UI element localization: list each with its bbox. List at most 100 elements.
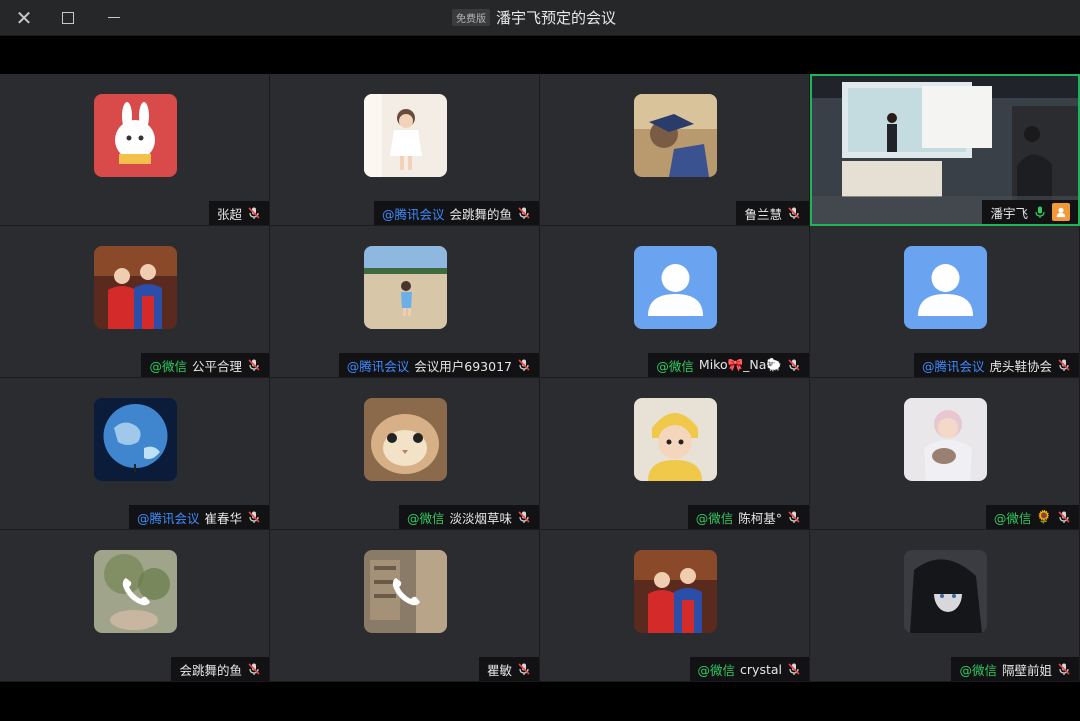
minimize-icon bbox=[108, 17, 120, 18]
name-tag: 淡淡烟草味 @微信 bbox=[398, 505, 539, 529]
name-tag: 鲁兰慧 bbox=[736, 201, 809, 225]
avatar bbox=[904, 246, 987, 329]
avatar bbox=[634, 246, 717, 329]
avatar bbox=[634, 94, 717, 177]
mic-off-icon bbox=[247, 206, 261, 220]
name-tag: 崔春华 @腾讯会议 bbox=[128, 505, 269, 529]
mic-off-icon bbox=[787, 358, 801, 372]
title-area: 免费版 潘宇飞预定的会议 bbox=[452, 0, 616, 35]
name-tag: 会跳舞的鱼 bbox=[171, 657, 269, 681]
participant-tile[interactable]: 🌻 @微信 bbox=[810, 378, 1080, 530]
participant-tile[interactable]: 陈柯基° @微信 bbox=[540, 378, 810, 530]
name-tag: 🌻 @微信 bbox=[985, 505, 1079, 529]
mic-off-icon bbox=[517, 662, 531, 676]
participant-name: crystal bbox=[740, 661, 782, 677]
name-tag: 会议用户693017 @腾讯会议 bbox=[338, 353, 539, 377]
participant-tile[interactable]: 会议用户693017 @腾讯会议 bbox=[270, 226, 540, 378]
participant-name: 会议用户693017 bbox=[414, 358, 512, 374]
avatar bbox=[364, 246, 447, 329]
platform-label: @微信 bbox=[697, 662, 736, 678]
participant-tile[interactable]: 隔壁前姐 @微信 bbox=[810, 530, 1080, 682]
participant-name: 崔春华 bbox=[204, 510, 242, 526]
platform-label: @微信 bbox=[656, 358, 694, 374]
participant-tile[interactable]: 公平合理 @微信 bbox=[0, 226, 270, 378]
name-tag: 陈柯基° @微信 bbox=[687, 505, 809, 529]
platform-label: @微信 bbox=[993, 510, 1032, 526]
phone-icon bbox=[94, 550, 177, 633]
participant-tile[interactable]: 会跳舞的鱼 @腾讯会议 bbox=[270, 74, 540, 226]
phone-icon bbox=[364, 550, 447, 633]
mic-off-icon bbox=[787, 510, 801, 524]
mic-off-icon bbox=[1057, 662, 1071, 676]
platform-label: @微信 bbox=[149, 358, 187, 374]
participant-name: 淡淡烟草味 bbox=[449, 510, 512, 526]
platform-label: @微信 bbox=[406, 510, 445, 526]
avatar bbox=[364, 94, 447, 177]
participant-name: 会跳舞的鱼 bbox=[179, 662, 242, 678]
close-button[interactable]: ✕ bbox=[4, 0, 44, 35]
platform-label: @腾讯会议 bbox=[346, 358, 410, 374]
participant-name: 🌻 bbox=[1036, 509, 1052, 524]
avatar bbox=[94, 550, 177, 633]
avatar bbox=[364, 550, 447, 633]
participant-tile[interactable]: 虎头鞋协会 @腾讯会议 bbox=[810, 226, 1080, 378]
avatar bbox=[94, 94, 177, 177]
participant-grid: 张超 会跳舞的鱼 @腾讯会议 鲁兰慧 潘宇飞 公平合理 @微信 会议用户693017 @腾讯会… bbox=[0, 74, 1080, 682]
participant-tile[interactable]: 淡淡烟草味 @微信 bbox=[270, 378, 540, 530]
platform-label: @腾讯会议 bbox=[921, 358, 985, 374]
participant-tile[interactable]: 张超 bbox=[0, 74, 270, 226]
participant-name: 潘宇飞 bbox=[990, 205, 1028, 221]
mic-off-icon bbox=[517, 510, 531, 524]
name-tag: 潘宇飞 bbox=[982, 200, 1078, 224]
avatar bbox=[634, 550, 717, 633]
participant-name: 陈柯基° bbox=[738, 510, 782, 526]
participant-tile[interactable]: 鲁兰慧 bbox=[540, 74, 810, 226]
avatar bbox=[904, 398, 987, 481]
minimize-button[interactable] bbox=[94, 0, 134, 35]
participant-tile[interactable]: 瞿敏 bbox=[270, 530, 540, 682]
participant-name: 会跳舞的鱼 bbox=[449, 206, 512, 222]
mic-off-icon bbox=[517, 206, 531, 220]
plan-badge: 免费版 bbox=[452, 9, 490, 26]
platform-label: @微信 bbox=[695, 510, 734, 526]
platform-label: @腾讯会议 bbox=[136, 510, 200, 526]
participant-name: 瞿敏 bbox=[486, 662, 512, 678]
participant-tile[interactable]: crystal @微信 bbox=[540, 530, 810, 682]
name-tag: crystal @微信 bbox=[689, 657, 809, 681]
participant-name: 公平合理 bbox=[191, 358, 242, 374]
name-tag: 公平合理 @微信 bbox=[141, 353, 269, 377]
mic-on-icon bbox=[1033, 205, 1047, 219]
mic-off-icon bbox=[517, 358, 531, 372]
participant-tile[interactable]: 潘宇飞 bbox=[810, 74, 1080, 226]
mic-off-icon bbox=[247, 662, 261, 676]
host-icon bbox=[1052, 203, 1070, 221]
participant-name: 隔壁前姐 bbox=[1001, 662, 1052, 678]
platform-label: @微信 bbox=[959, 662, 997, 678]
maximize-icon bbox=[62, 11, 74, 24]
close-icon: ✕ bbox=[15, 5, 33, 30]
participant-name: Miko🎀_Na🐑 bbox=[698, 357, 782, 372]
name-tag: Miko🎀_Na🐑 @微信 bbox=[648, 353, 809, 377]
name-tag: 虎头鞋协会 @腾讯会议 bbox=[913, 353, 1079, 377]
avatar bbox=[904, 550, 987, 633]
participant-tile[interactable]: 会跳舞的鱼 bbox=[0, 530, 270, 682]
mic-off-icon bbox=[1057, 510, 1071, 524]
participant-tile[interactable]: Miko🎀_Na🐑 @微信 bbox=[540, 226, 810, 378]
participant-name: 鲁兰慧 bbox=[744, 206, 782, 222]
name-tag: 瞿敏 bbox=[478, 657, 539, 681]
mic-off-icon bbox=[247, 358, 261, 372]
participant-tile[interactable]: 崔春华 @腾讯会议 bbox=[0, 378, 270, 530]
avatar bbox=[94, 246, 177, 329]
platform-label: @腾讯会议 bbox=[381, 206, 445, 222]
title-bar: ✕ 免费版 潘宇飞预定的会议 bbox=[0, 0, 1080, 36]
mic-off-icon bbox=[787, 662, 801, 676]
name-tag: 张超 bbox=[208, 201, 269, 225]
mic-off-icon bbox=[787, 206, 801, 220]
mic-off-icon bbox=[1057, 358, 1071, 372]
name-tag: 隔壁前姐 @微信 bbox=[951, 657, 1079, 681]
name-tag: 会跳舞的鱼 @腾讯会议 bbox=[373, 201, 539, 225]
maximize-button[interactable] bbox=[48, 0, 88, 35]
avatar bbox=[364, 398, 447, 481]
meeting-title: 潘宇飞预定的会议 bbox=[496, 9, 617, 27]
bottom-bar bbox=[0, 683, 1080, 721]
